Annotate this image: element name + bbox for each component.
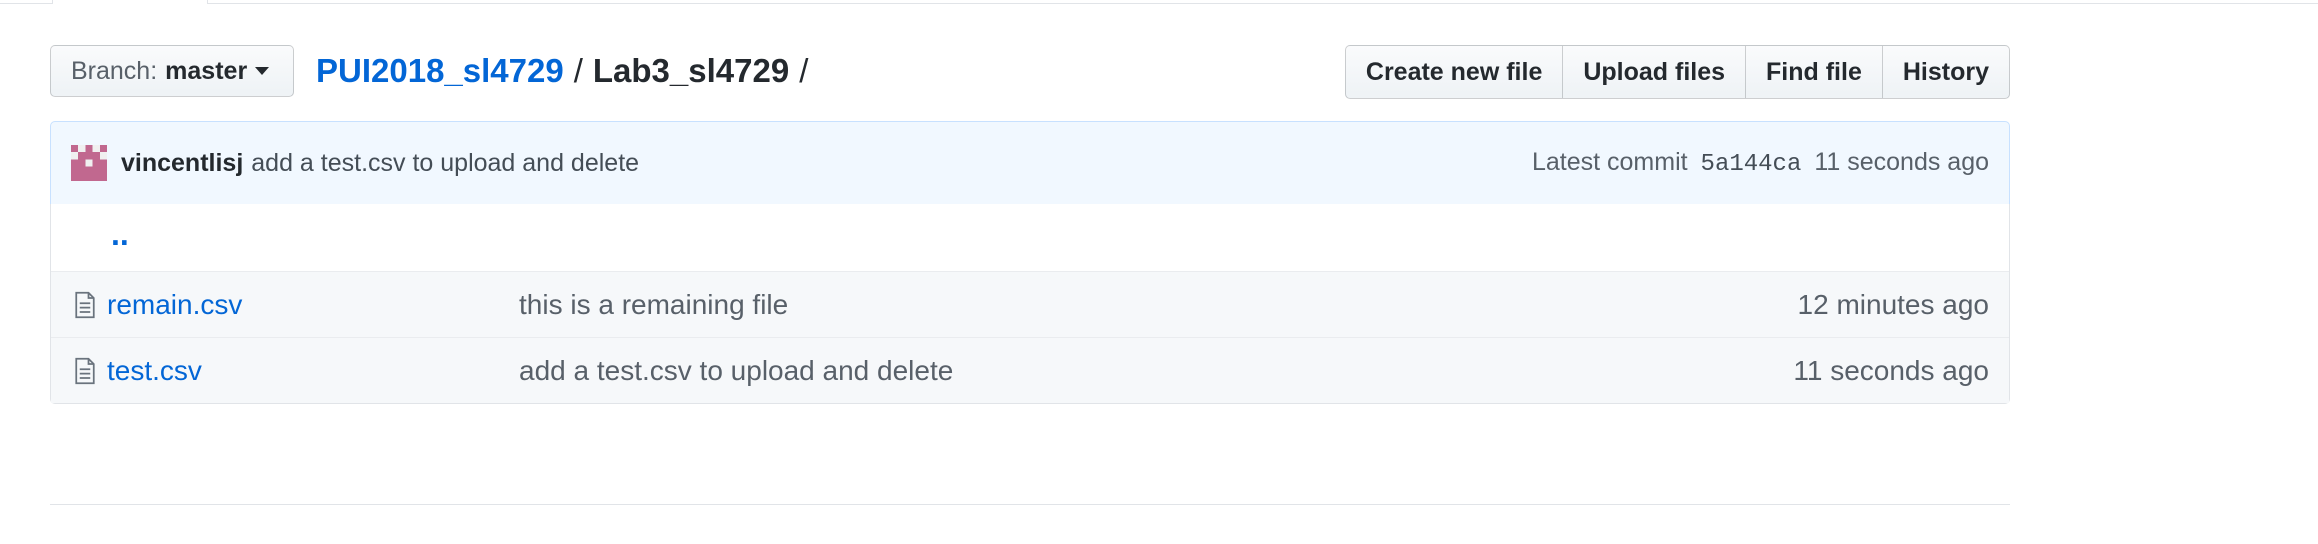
- file-list: .. remain.csv this is a remaining file 1…: [50, 204, 2010, 404]
- tab-strip-border: [0, 0, 2318, 4]
- branch-name: master: [165, 56, 248, 85]
- repo-root-link[interactable]: PUI2018_sl4729: [316, 52, 564, 89]
- current-folder: Lab3_sl4729: [592, 52, 790, 89]
- identicon-avatar[interactable]: [71, 145, 107, 181]
- commit-sha-link[interactable]: 5a144ca: [1701, 151, 1802, 178]
- commit-age: 11 seconds ago: [1814, 148, 1989, 176]
- active-tab-edge: [52, 0, 208, 4]
- repo-file-browser: Branch: master PUI2018_sl4729/Lab3_sl472…: [0, 0, 2318, 544]
- file-row: test.csv add a test.csv to upload and de…: [51, 337, 2009, 403]
- latest-commit-meta: Latest commit 5a144ca 11 seconds ago: [1532, 148, 1989, 178]
- file-navigation: Branch: master PUI2018_sl4729/Lab3_sl472…: [50, 45, 2010, 99]
- file-age: 11 seconds ago: [1793, 354, 1989, 386]
- latest-commit-bar: vincentlisj add a test.csv to upload and…: [50, 121, 2010, 205]
- caret-down-icon: [255, 67, 270, 75]
- commit-message-link[interactable]: add a test.csv to upload and delete: [251, 149, 639, 178]
- history-button[interactable]: History: [1881, 45, 2010, 99]
- file-text-icon: [75, 357, 95, 385]
- find-file-button[interactable]: Find file: [1745, 45, 1883, 99]
- create-new-file-button[interactable]: Create new file: [1344, 45, 1564, 99]
- breadcrumb-separator: /: [573, 52, 583, 89]
- file-commit-message-link[interactable]: add a test.csv to upload and delete: [519, 355, 953, 387]
- branch-prefix-label: Branch:: [71, 56, 158, 85]
- parent-directory-link[interactable]: ..: [111, 216, 129, 253]
- file-text-icon: [75, 291, 95, 319]
- section-divider: [50, 504, 2010, 505]
- latest-commit-label: Latest commit: [1531, 148, 1688, 176]
- branch-select-button[interactable]: Branch: master: [50, 45, 294, 97]
- file-actions-group: Create new file Upload files Find file H…: [1344, 45, 2010, 99]
- file-age: 12 minutes ago: [1797, 288, 1989, 320]
- file-row: remain.csv this is a remaining file 12 m…: [51, 271, 2009, 337]
- commit-author-link[interactable]: vincentlisj: [121, 149, 243, 178]
- breadcrumb-trailing-separator: /: [799, 52, 809, 89]
- parent-directory-row: ..: [51, 204, 2009, 271]
- file-commit-message-link[interactable]: this is a remaining file: [519, 289, 788, 321]
- file-name-link[interactable]: test.csv: [107, 355, 202, 387]
- upload-files-button[interactable]: Upload files: [1562, 45, 1747, 99]
- file-name-link[interactable]: remain.csv: [107, 289, 242, 321]
- breadcrumb: PUI2018_sl4729/Lab3_sl4729/: [316, 49, 818, 93]
